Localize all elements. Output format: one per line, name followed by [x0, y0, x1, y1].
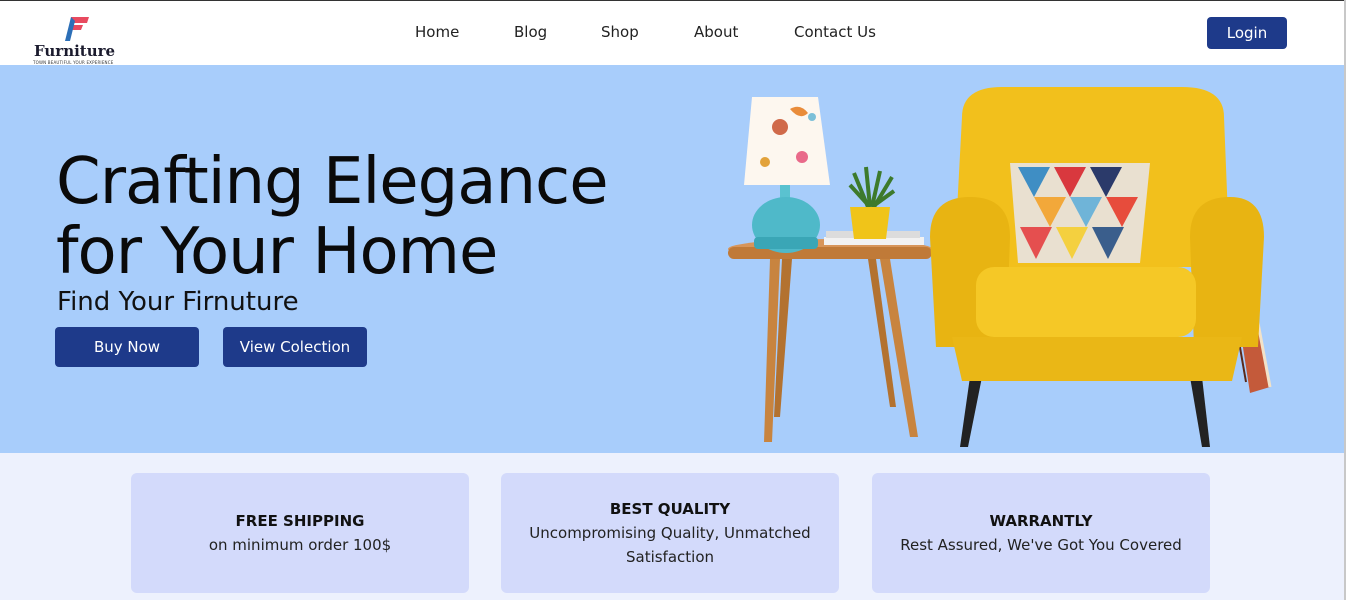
feature-card-shipping: FREE SHIPPING on minimum order 100$ [131, 473, 469, 593]
nav-about[interactable]: About [694, 23, 738, 41]
nav-shop[interactable]: Shop [601, 23, 639, 41]
nav-home[interactable]: Home [415, 23, 459, 41]
hero-subtitle: Find Your Firnuture [57, 287, 299, 317]
navbar: Furniture TOWN BEAUTIFUL YOUR EXPERIENCE… [0, 1, 1346, 65]
feature-title: WARRANTLY [989, 512, 1093, 530]
hero-title-line-1: Crafting Elegance [56, 145, 609, 219]
feature-card-warranty: WARRANTLY Rest Assured, We've Got You Co… [872, 473, 1210, 593]
hero-title: Crafting Elegance for Your Home [56, 147, 696, 287]
feature-title: FREE SHIPPING [235, 512, 365, 530]
nav-blog[interactable]: Blog [514, 23, 547, 41]
hero-title-line-2: for Your Home [56, 215, 498, 289]
login-button[interactable]: Login [1207, 17, 1287, 49]
buy-now-button[interactable]: Buy Now [55, 327, 199, 367]
nav-contact-us[interactable]: Contact Us [794, 23, 876, 41]
table-lamp [744, 97, 830, 253]
side-table [728, 239, 932, 442]
decorative-pillow [1010, 163, 1150, 263]
feature-card-quality: BEST QUALITY Uncompromising Quality, Unm… [501, 473, 839, 593]
feature-title: BEST QUALITY [609, 500, 731, 518]
potted-plant [848, 166, 896, 239]
main-nav: Home Blog Shop About Contact Us [0, 23, 1346, 45]
features-section: FREE SHIPPING on minimum order 100$ BEST… [0, 453, 1346, 600]
armchair [930, 87, 1264, 447]
feature-description: on minimum order 100$ [208, 536, 392, 554]
feature-description: Rest Assured, We've Got You Covered [900, 536, 1182, 554]
hero-banner: Crafting Elegance for Your Home Find You… [0, 65, 1346, 453]
view-collection-button[interactable]: View Colection [223, 327, 367, 367]
armchair-illustration [728, 87, 1272, 447]
feature-description: Uncompromising Quality, Unmatched Satisf… [529, 524, 811, 566]
